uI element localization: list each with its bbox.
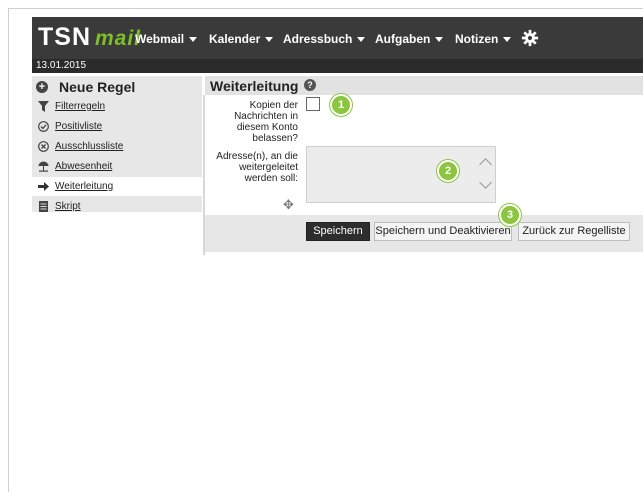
content-header: Weiterleitung ? [205, 76, 643, 95]
page-title: Weiterleitung [210, 78, 299, 94]
copy-label-line: diesem Konto [236, 122, 298, 133]
sidebar-item-abwesenheit[interactable]: Abwesenheit [32, 157, 202, 176]
sidebar-item-label: Ausschlussliste [55, 141, 124, 152]
back-to-rule-list-button[interactable]: Zurück zur Regelliste [518, 222, 630, 241]
chevron-down-icon [189, 37, 198, 43]
chevron-down-icon [435, 37, 444, 43]
save-and-deactivate-button[interactable]: Speichern und Deaktivieren [374, 222, 512, 241]
sidebar-item-label: Filterregeln [55, 101, 106, 112]
date-bar: 13.01.2015 [32, 59, 643, 73]
sidebar-item-skript[interactable]: Skript [32, 197, 202, 216]
step-badge-3: 3 [499, 204, 521, 226]
top-navigation-bar: TSN mail Webmail Kalender Adressbuch Aufg… [32, 17, 643, 59]
sidebar-item-label: Weiterleitung [55, 181, 114, 192]
filter-icon [38, 101, 49, 112]
arrow-right-icon [38, 182, 49, 191]
nav-aufgaben-label: Aufgaben [375, 32, 431, 46]
sidebar-item-filterregeln[interactable]: Filterregeln [32, 97, 202, 116]
nav-adressbuch-label: Adressbuch [283, 32, 353, 46]
nav-webmail[interactable]: Webmail [135, 31, 198, 47]
nav-webmail-label: Webmail [135, 32, 185, 46]
chevron-down-icon [503, 37, 512, 43]
copy-label-line: belassen? [252, 133, 298, 144]
beach-umbrella-icon [38, 161, 49, 172]
sidebar-item-positivliste[interactable]: Positivliste [32, 117, 202, 136]
address-label-line: weitergeleitet [239, 162, 298, 173]
sidebar-item-label: Positivliste [55, 121, 103, 132]
chevron-down-icon [265, 37, 274, 43]
copy-checkbox-label: Kopien der Nachrichten in diesem Konto b… [220, 100, 298, 144]
nav-aufgaben[interactable]: Aufgaben [375, 31, 444, 47]
address-label-line: Adresse(n), an die [216, 151, 298, 162]
address-field-label: Adresse(n), an die weitergeleitet werden… [205, 151, 298, 184]
document-icon [39, 201, 48, 212]
check-circle-icon [38, 121, 49, 132]
sidebar-item-label: Skript [55, 201, 81, 212]
step-badge-1: 1 [330, 94, 352, 116]
forward-address-textarea[interactable] [306, 146, 496, 203]
x-circle-icon [38, 141, 49, 152]
plus-circle-icon: + [36, 81, 48, 93]
sidebar-header-new-rule[interactable]: + Neue Regel [32, 77, 202, 96]
sidebar-title: Neue Regel [59, 79, 136, 95]
help-icon[interactable]: ? [304, 79, 316, 91]
logo-main-text: TSN [38, 23, 91, 51]
sidebar-item-label: Abwesenheit [55, 161, 113, 172]
resize-handle-icon[interactable]: ✥ [283, 198, 294, 211]
gear-icon[interactable] [521, 29, 539, 47]
nav-kalender-label: Kalender [209, 32, 261, 46]
save-button[interactable]: Speichern [306, 222, 370, 241]
address-label-line: werden soll: [244, 173, 298, 184]
nav-kalender[interactable]: Kalender [209, 31, 274, 47]
sidebar-item-weiterleitung[interactable]: Weiterleitung [32, 177, 202, 196]
keep-copies-checkbox[interactable] [306, 97, 320, 111]
copy-label-line: Kopien der [249, 100, 298, 111]
nav-adressbuch[interactable]: Adressbuch [283, 31, 366, 47]
sidebar-item-ausschlussliste[interactable]: Ausschlussliste [32, 137, 202, 156]
app-logo[interactable]: TSN mail [38, 22, 141, 54]
step-badge-2: 2 [437, 160, 459, 182]
sidebar: + Neue Regel Filterregeln Positivliste A… [32, 76, 202, 212]
nav-notizen-label: Notizen [455, 32, 499, 46]
current-date: 13.01.2015 [36, 60, 87, 71]
chevron-down-icon [357, 37, 366, 43]
copy-label-line: Nachrichten in [234, 111, 298, 122]
nav-notizen[interactable]: Notizen [455, 31, 512, 47]
